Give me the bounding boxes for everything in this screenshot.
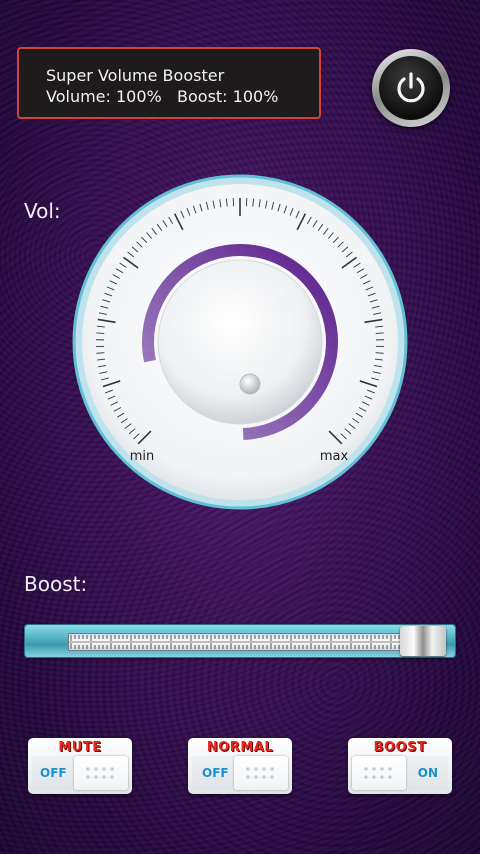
normal-toggle-state: OFF — [202, 766, 229, 780]
knob-cap[interactable] — [157, 259, 323, 425]
app-title: Super Volume Booster — [46, 66, 225, 85]
status-line: Volume: 100% Boost: 100% — [46, 86, 319, 107]
normal-toggle-knob[interactable] — [234, 756, 288, 790]
boost-slider[interactable] — [24, 624, 456, 658]
dial-tick — [375, 332, 384, 334]
dial-tick — [375, 352, 384, 354]
dial-tick — [96, 332, 105, 334]
mute-toggle-title: MUTE — [58, 740, 102, 755]
boost-toggle-body: ON — [352, 756, 448, 790]
normal-toggle[interactable]: NORMAL OFF — [188, 738, 292, 794]
volume-label: Volume: — [46, 87, 111, 106]
status-panel: Super Volume Booster Volume: 100% Boost:… — [17, 47, 321, 119]
dial-max-label: max — [320, 449, 349, 464]
normal-toggle-body: OFF — [192, 756, 288, 790]
power-button[interactable] — [372, 49, 450, 127]
power-button-face — [379, 56, 443, 120]
normal-toggle-title: NORMAL — [206, 740, 274, 755]
dial-min-label: min — [130, 449, 155, 464]
boost-section-label: Boost: — [24, 572, 88, 596]
boost-toggle[interactable]: BOOST ON — [348, 738, 452, 794]
boost-label: Boost: — [177, 87, 228, 106]
mute-toggle-state: OFF — [40, 766, 67, 780]
boost-toggle-state: ON — [417, 766, 438, 780]
volume-knob[interactable]: min max — [72, 174, 408, 510]
mute-toggle-knob[interactable] — [74, 756, 128, 790]
boost-value: 100% — [232, 87, 279, 106]
boost-slider-track — [68, 633, 438, 651]
boost-toggle-title: BOOST — [373, 740, 427, 755]
dial-tick — [96, 352, 105, 354]
mute-toggle[interactable]: MUTE OFF — [28, 738, 132, 794]
power-icon — [397, 72, 425, 103]
knob-indicator-dot — [239, 373, 261, 395]
boost-toggle-knob[interactable] — [352, 756, 406, 790]
volume-section-label: Vol: — [24, 199, 61, 223]
boost-slider-thumb[interactable] — [400, 626, 446, 656]
mute-toggle-body: OFF — [32, 756, 128, 790]
volume-value: 100% — [116, 87, 162, 106]
